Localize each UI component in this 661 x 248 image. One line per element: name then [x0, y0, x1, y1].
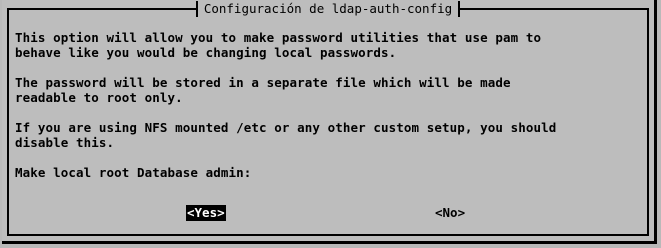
description-paragraph-2: The password will be stored in a separat… — [15, 75, 511, 105]
yes-button[interactable]: <Yes> — [186, 205, 226, 221]
description-paragraph-1: This option will allow you to make passw… — [15, 30, 542, 60]
button-row: <Yes> <No> — [2, 205, 654, 223]
title-bar: Configuración de ldap-auth-config — [9, 1, 647, 17]
description-paragraph-3: If you are using NFS mounted /etc or any… — [15, 120, 557, 150]
config-dialog: Configuración de ldap-auth-config This o… — [2, 0, 657, 244]
prompt-text: Make local root Database admin: — [15, 165, 252, 180]
dialog-body: This option will allow you to make passw… — [15, 30, 625, 195]
terminal-screen: Configuración de ldap-auth-config This o… — [0, 0, 661, 248]
dialog-title: Configuración de ldap-auth-config — [195, 1, 461, 17]
no-button[interactable]: <No> — [434, 205, 466, 221]
